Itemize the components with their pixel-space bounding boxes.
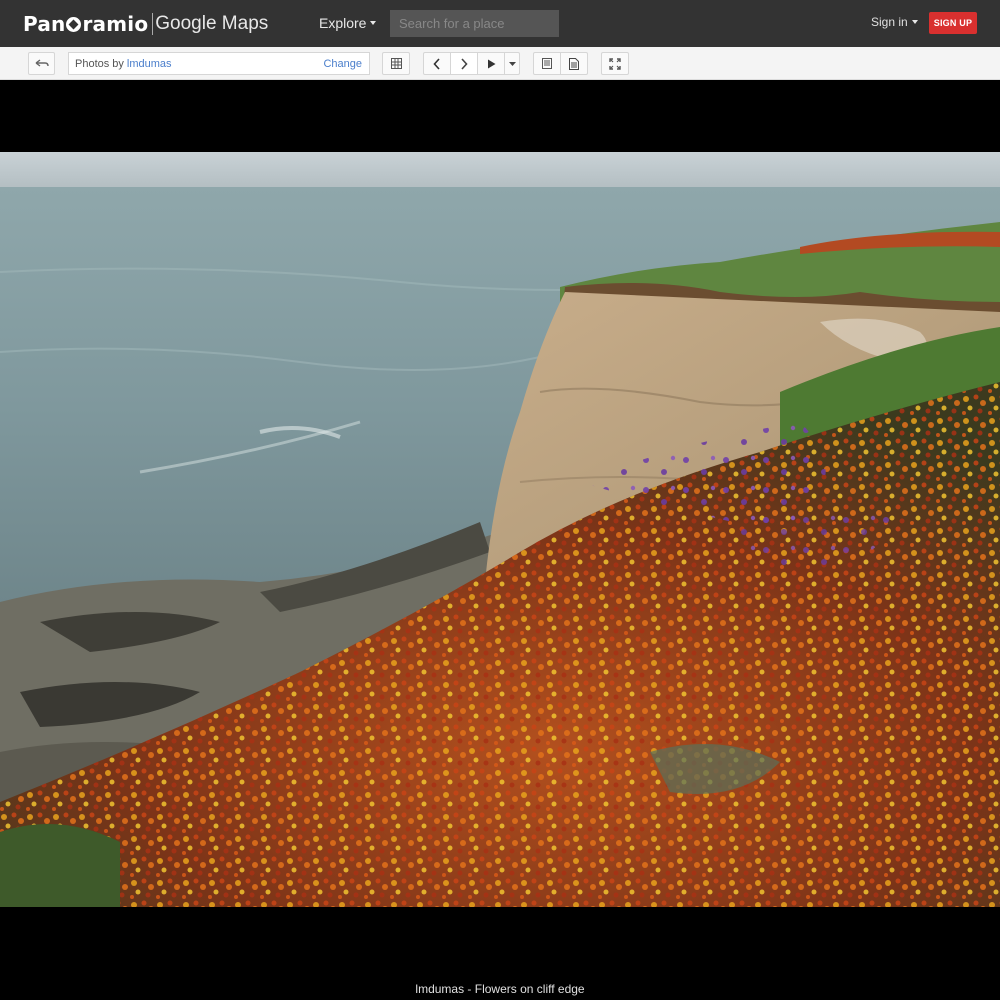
- main-photo[interactable]: [0, 152, 1000, 907]
- caret-down-icon: [508, 61, 516, 66]
- document-button[interactable]: [560, 52, 588, 75]
- caret-down-icon: [370, 21, 377, 25]
- photos-by-filter: Photos by lmdumas Change: [68, 52, 370, 75]
- search-input[interactable]: [390, 10, 559, 37]
- fullscreen-button[interactable]: [601, 52, 629, 75]
- sign-up-button[interactable]: SIGN UP: [929, 12, 977, 34]
- play-icon: [487, 59, 495, 68]
- previous-photo-button[interactable]: [423, 52, 451, 75]
- photo-viewer: lmdumas - Flowers on cliff edge: [0, 81, 1000, 1000]
- back-button[interactable]: [28, 52, 55, 75]
- caret-down-icon: [911, 20, 918, 24]
- chevron-right-icon: [461, 57, 468, 70]
- next-photo-button[interactable]: [450, 52, 478, 75]
- photo-toolbar: Photos by lmdumas Change: [0, 47, 1000, 80]
- explore-menu[interactable]: Explore: [319, 15, 377, 31]
- explore-label: Explore: [319, 15, 367, 31]
- logo-brand: Pan ramio: [23, 12, 149, 36]
- logo-product: Google Maps: [155, 13, 269, 34]
- change-link[interactable]: Change: [323, 58, 362, 70]
- logo-o-mark-icon: [66, 17, 82, 32]
- grid-icon: [390, 58, 402, 69]
- photo-image: [0, 152, 1000, 907]
- chevron-left-icon: [433, 57, 440, 70]
- fullscreen-icon: [609, 57, 621, 70]
- photo-caption: lmdumas - Flowers on cliff edge: [415, 982, 585, 996]
- sign-in-menu[interactable]: Sign in: [871, 15, 918, 29]
- panoramio-logo[interactable]: Pan ramio Google Maps: [23, 11, 268, 37]
- logo-divider: [152, 13, 154, 35]
- info-panel-icon: [542, 58, 552, 69]
- slideshow-play-button[interactable]: [477, 52, 505, 75]
- photos-by-label: Photos by: [75, 57, 124, 70]
- grid-view-button[interactable]: [382, 52, 410, 75]
- back-arrow-icon: [35, 58, 49, 67]
- top-navigation-bar: Panramio Google Maps Explore Sign in SIG…: [0, 0, 1000, 47]
- info-panel-button[interactable]: [533, 52, 561, 75]
- sign-in-label: Sign in: [871, 15, 908, 29]
- author-link[interactable]: lmdumas: [127, 58, 172, 70]
- slideshow-options-button[interactable]: [504, 52, 520, 75]
- document-icon: [569, 57, 579, 70]
